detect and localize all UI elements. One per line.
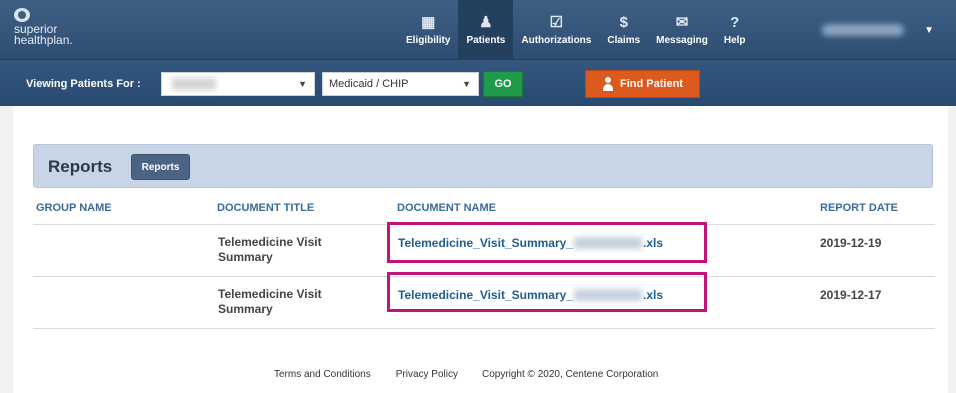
chevron-down-icon: ▼: [298, 79, 307, 89]
redacted-provider: [172, 78, 216, 90]
nav-label: Help: [723, 35, 746, 46]
checkbox-icon: ☑: [549, 14, 564, 31]
main-nav: ▦ Eligibility ♟ Patients ☑ Authorization…: [398, 0, 754, 60]
program-select-value: Medicaid / CHIP: [329, 78, 409, 90]
viewing-patients-label: Viewing Patients For :: [26, 78, 141, 90]
reports-header: Reports Reports: [33, 144, 933, 188]
document-link[interactable]: Telemedicine_Visit_Summary_ .xls: [398, 288, 663, 302]
nav-patients[interactable]: ♟ Patients: [458, 0, 514, 60]
document-name-prefix: Telemedicine_Visit_Summary_: [398, 236, 573, 250]
document-title-cell: Telemedicine Visit Summary: [218, 235, 322, 264]
column-header-report-date[interactable]: REPORT DATE: [820, 202, 898, 214]
redacted-document-id: [573, 289, 642, 301]
superior-healthplan-logo[interactable]: superior healthplan.: [14, 8, 73, 46]
document-name-prefix: Telemedicine_Visit_Summary_: [398, 288, 573, 302]
patient-selector-bar: Viewing Patients For : ▼ Medicaid / CHIP…: [0, 60, 956, 106]
nav-eligibility[interactable]: ▦ Eligibility: [398, 0, 458, 60]
column-header-document-title[interactable]: DOCUMENT TITLE: [217, 202, 314, 214]
provider-select[interactable]: ▼: [161, 72, 315, 96]
reports-button[interactable]: Reports: [131, 154, 190, 180]
column-header-group-name[interactable]: GROUP NAME: [36, 202, 112, 214]
go-button[interactable]: GO: [483, 71, 523, 97]
document-link[interactable]: Telemedicine_Visit_Summary_ .xls: [398, 236, 663, 250]
privacy-link[interactable]: Privacy Policy: [396, 369, 458, 380]
nav-claims[interactable]: $ Claims: [599, 0, 648, 60]
nav-messaging[interactable]: ✉ Messaging: [648, 0, 716, 60]
column-header-document-name[interactable]: DOCUMENT NAME: [397, 202, 496, 214]
report-date-cell: 2019-12-19: [820, 236, 882, 250]
main-content: Reports Reports GROUP NAME DOCUMENT TITL…: [13, 106, 948, 393]
nav-label: Messaging: [656, 35, 708, 46]
program-select[interactable]: Medicaid / CHIP ▼: [322, 72, 479, 96]
copyright-text: Copyright © 2020, Centene Corporation: [481, 369, 659, 380]
dollar-icon: $: [619, 13, 628, 31]
redacted-username: [822, 24, 904, 36]
calendar-icon: ▦: [421, 14, 436, 31]
nav-help[interactable]: ? Help: [716, 0, 754, 60]
top-navbar: superior healthplan. ▦ Eligibility ♟ Pat…: [0, 0, 956, 60]
document-name-suffix: .xls: [642, 236, 663, 250]
nav-authorizations[interactable]: ☑ Authorizations: [513, 0, 599, 60]
redacted-document-id: [573, 237, 642, 249]
document-name-suffix: .xls: [642, 288, 663, 302]
logo-mark-icon: [14, 8, 30, 22]
envelope-icon: ✉: [675, 14, 689, 31]
nav-label: Claims: [607, 35, 641, 46]
footer: Terms and Conditions Privacy Policy Copy…: [13, 369, 948, 380]
logo-line2: healthplan.: [14, 33, 73, 47]
person-icon: [602, 77, 614, 91]
nav-label: Patients: [466, 35, 506, 46]
chevron-down-icon: ▼: [462, 79, 471, 89]
user-menu[interactable]: ▼: [798, 12, 940, 48]
document-title-cell: Telemedicine Visit Summary: [218, 287, 322, 316]
question-icon: ?: [730, 13, 740, 31]
find-patient-label: Find Patient: [620, 78, 683, 90]
find-patient-button[interactable]: Find Patient: [585, 70, 700, 98]
terms-link[interactable]: Terms and Conditions: [274, 369, 371, 380]
chevron-down-icon: ▼: [924, 24, 934, 36]
nav-label: Authorizations: [521, 35, 592, 46]
row-divider: [33, 328, 935, 329]
page-title: Reports: [48, 157, 113, 176]
users-icon: ♟: [479, 14, 493, 31]
nav-label: Eligibility: [406, 35, 451, 46]
report-date-cell: 2019-12-17: [820, 288, 882, 302]
